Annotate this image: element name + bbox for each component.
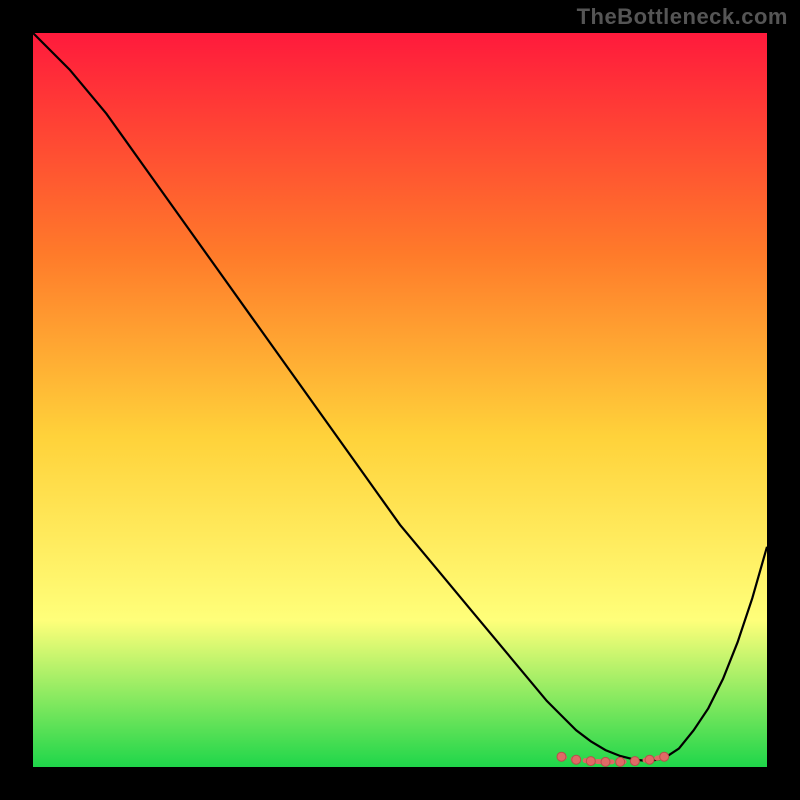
optimal-marker	[572, 755, 581, 764]
optimal-marker	[660, 752, 669, 761]
gradient-background	[33, 33, 767, 767]
optimal-marker	[586, 757, 595, 766]
watermark-text: TheBottleneck.com	[577, 4, 788, 30]
optimal-marker	[645, 755, 654, 764]
optimal-marker	[630, 757, 639, 766]
optimal-marker	[557, 752, 566, 761]
bottleneck-chart-svg	[33, 33, 767, 767]
optimal-marker	[601, 757, 610, 766]
optimal-marker	[616, 757, 625, 766]
plot-area	[33, 33, 767, 767]
chart-frame: TheBottleneck.com	[0, 0, 800, 800]
